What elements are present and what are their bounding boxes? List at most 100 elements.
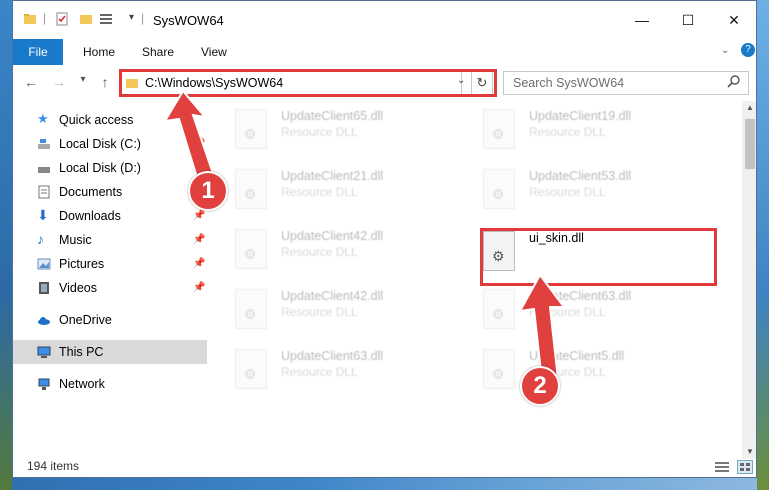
pin-icon: 📌 [193,258,206,269]
file-name: UpdateClient42.dll [281,229,384,243]
properties-icon[interactable] [55,12,69,26]
file-item[interactable]: ⚙ UpdateClient53.dll Resource DLL [483,167,713,221]
item-count: 194 items [27,459,80,473]
file-name: UpdateClient42.dll [281,289,384,303]
customize-toolbar-icon[interactable] [99,12,113,26]
ribbon-bar [13,39,756,67]
file-type: Resource DLL [281,365,358,379]
sidebar-item-music[interactable]: ♪ Music 📌 [13,228,207,252]
scroll-up-icon[interactable]: ▲ [746,103,754,112]
document-icon [38,185,50,199]
sidebar-item-label: Network [59,377,105,391]
desktop-background-left [0,0,12,490]
sidebar-item-label: Documents [59,185,123,199]
sidebar-item-label: Local Disk (C:) [59,137,141,151]
tab-home[interactable]: Home [83,45,115,59]
sidebar-item-network[interactable]: Network [13,372,207,396]
pin-icon: 📌 [193,234,206,245]
file-item[interactable]: ⚙ UpdateClient42.dll Resource DLL [235,227,465,281]
back-icon[interactable]: ← [21,74,41,92]
file-item[interactable]: ⚙ UpdateClient21.dll Resource DLL [235,167,465,221]
dll-file-icon: ⚙ [483,349,515,389]
sidebar-item-this-pc[interactable]: This PC [13,340,207,364]
maximize-icon: ☐ [681,11,695,28]
window-title: SysWOW64 [153,13,224,28]
network-icon [38,378,50,390]
file-type: Resource DLL [281,125,358,139]
computer-icon [37,346,51,358]
forward-icon[interactable]: → [49,74,69,92]
new-folder-icon[interactable] [79,12,93,26]
dll-file-icon: ⚙ [483,289,515,329]
desktop-background-right [757,0,769,490]
chevron-down-icon[interactable]: ▾ [129,12,134,23]
sidebar-item-label: Downloads [59,209,121,223]
file-highlight-box [480,228,717,286]
tab-view[interactable]: View [201,45,227,59]
sidebar-item-videos[interactable]: Videos 📌 [13,276,207,300]
step-1-callout: 1 [188,171,228,211]
sidebar-item-label: Music [59,233,92,247]
tab-share[interactable]: Share [142,45,174,59]
music-icon: ♪ [37,231,44,247]
dll-file-icon: ⚙ [483,109,515,149]
up-icon[interactable]: ↑ [95,74,115,92]
details-view-icon[interactable] [715,461,729,473]
file-item[interactable]: ⚙ UpdateClient42.dll Resource DLL [235,287,465,341]
file-type: Resource DLL [529,185,606,199]
step-2-callout: 2 [520,366,560,406]
help-icon[interactable]: ? [741,43,755,57]
file-name: UpdateClient53.dll [529,169,632,183]
recent-locations-icon[interactable]: ▾ [73,74,93,92]
drive-icon [38,167,50,173]
dll-file-icon: ⚙ [483,169,515,209]
file-name: UpdateClient63.dll [281,349,384,363]
arrow-up-icon [518,273,566,383]
dll-file-icon: ⚙ [235,349,267,389]
search-placeholder: Search SysWOW64 [513,76,625,90]
sidebar-item-label: Local Disk (D:) [59,161,141,175]
sidebar-item-label: Videos [59,281,97,295]
file-item[interactable]: ⚙ UpdateClient19.dll Resource DLL [483,107,713,161]
sidebar-item-pictures[interactable]: Pictures 📌 [13,252,207,276]
file-type: Resource DLL [281,305,358,319]
sidebar-item-downloads[interactable]: ⬇ Downloads 📌 [13,204,207,228]
pin-icon: 📌 [193,210,206,221]
title-bar: | ▾ | SysWOW64 — ☐ ✕ [13,1,756,39]
dll-file-icon: ⚙ [235,229,267,269]
expand-ribbon-icon[interactable]: ⌄ [721,45,729,56]
drive-icon [38,139,50,149]
file-name: UpdateClient21.dll [281,169,384,183]
explorer-window: | ▾ | SysWOW64 — ☐ ✕ File Home Share Vie… [12,0,757,478]
pictures-icon [37,258,51,270]
file-name: UpdateClient65.dll [281,109,384,123]
maximize-button[interactable]: ☐ [665,1,711,39]
sidebar-item-label: Quick access [59,113,134,127]
sidebar-item-label: This PC [59,345,104,359]
search-icon[interactable] [727,74,741,88]
star-icon: ★ [37,111,49,126]
minimize-button[interactable]: — [619,1,665,39]
file-type: Resource DLL [529,125,606,139]
file-item[interactable]: ⚙ UpdateClient65.dll Resource DLL [235,107,465,161]
videos-icon [39,282,49,294]
large-icons-view-icon[interactable] [737,460,753,474]
file-type: Resource DLL [281,185,358,199]
cloud-icon [38,317,50,325]
separator: | [43,11,47,25]
download-icon: ⬇ [37,207,49,223]
tab-file[interactable]: File [13,39,63,65]
scrollbar-thumb[interactable] [745,119,755,169]
sidebar-item-label: Pictures [59,257,105,271]
scroll-down-icon[interactable]: ▼ [746,447,754,456]
file-name: UpdateClient19.dll [529,109,632,123]
folder-icon [24,14,36,24]
minimize-icon: — [635,12,649,28]
dll-file-icon: ⚙ [235,289,267,329]
close-icon: ✕ [728,11,740,28]
sidebar-item-label: OneDrive [59,313,112,327]
sidebar-item-onedrive[interactable]: OneDrive [13,308,207,332]
file-type: Resource DLL [281,245,358,259]
file-item[interactable]: ⚙ UpdateClient63.dll Resource DLL [235,347,465,401]
close-button[interactable]: ✕ [711,1,756,39]
